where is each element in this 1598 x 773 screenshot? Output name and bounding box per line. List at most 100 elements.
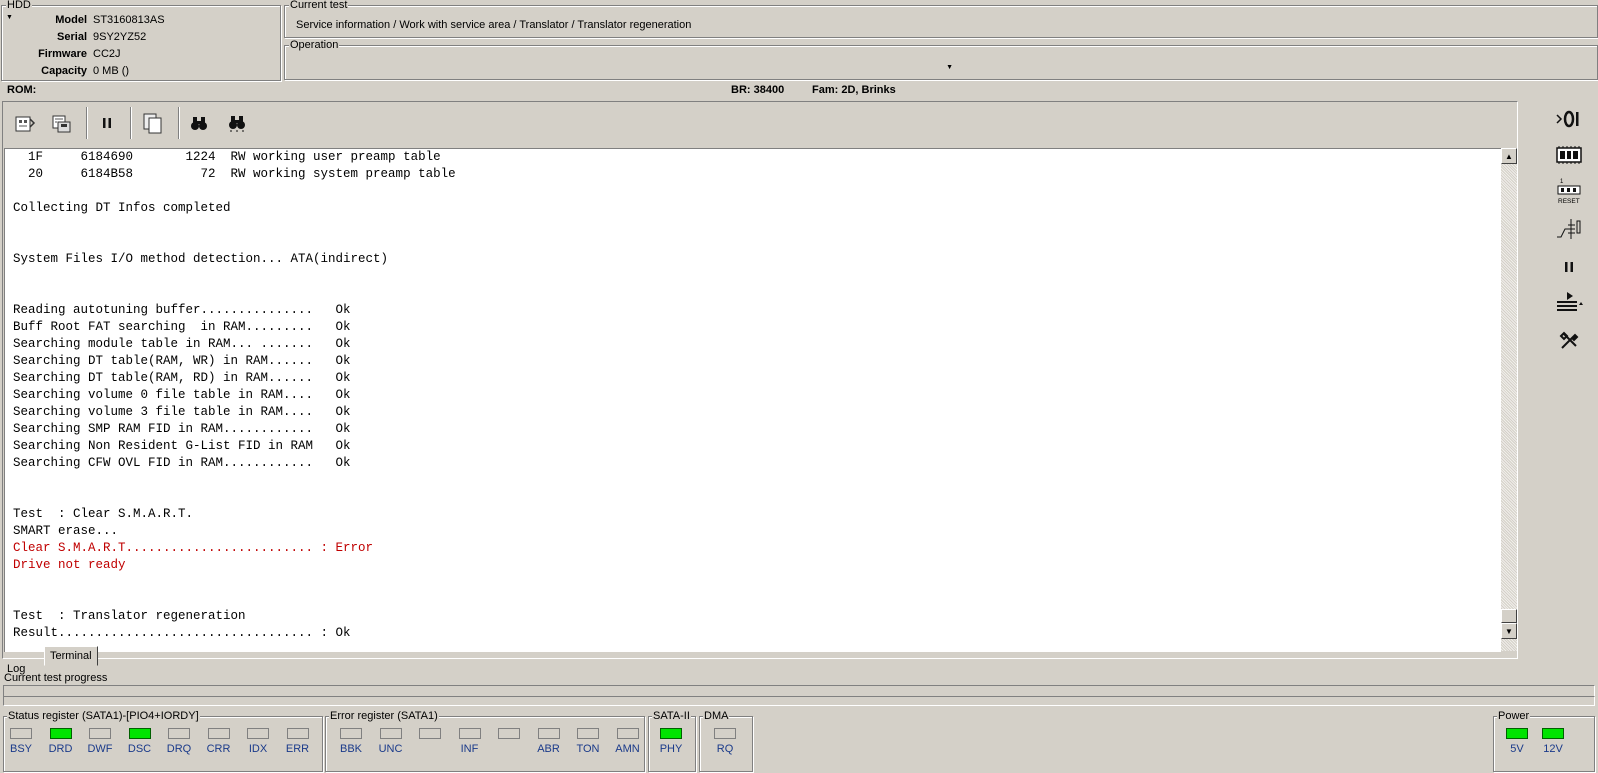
- log-scrollbar[interactable]: ▲ ▼: [1501, 148, 1517, 651]
- log-line: SMART erase...: [13, 524, 119, 538]
- log-line: Searching volume 0 file table in RAM....…: [13, 388, 351, 402]
- baud-rate: BR: 38400: [731, 84, 785, 96]
- reset-button[interactable]: 1 RESET: [1552, 176, 1586, 206]
- arrow-down-icon: ▼: [1505, 626, 1513, 636]
- sata-legend: SATA-II: [652, 710, 691, 722]
- log-line: Searching volume 3 file table in RAM....…: [13, 405, 351, 419]
- hdd-key: Serial: [57, 31, 87, 43]
- operation-select[interactable]: ▼: [287, 61, 957, 77]
- pause-icon: [103, 118, 111, 128]
- led-label: DRD: [48, 743, 73, 755]
- led-indicator: PHY: [651, 728, 691, 755]
- find-next-button[interactable]: [222, 108, 252, 138]
- led-light: [286, 728, 309, 739]
- operation-legend: Operation: [289, 39, 340, 51]
- led-light: [10, 728, 32, 739]
- led-indicator: DSC: [120, 728, 160, 755]
- pause-icon: [1565, 262, 1573, 272]
- led-label: DRQ: [166, 743, 192, 755]
- copy-button[interactable]: [138, 108, 168, 138]
- tools-icon: [1559, 331, 1579, 349]
- power-toggle-icon: [1556, 110, 1579, 128]
- toolbar-separator: [130, 107, 132, 139]
- led-light: [89, 728, 111, 739]
- hdd-value: ST3160813AS: [93, 14, 165, 26]
- led-light: [1506, 728, 1528, 739]
- led-light: [577, 728, 599, 739]
- led-indicator: DRD: [41, 728, 81, 755]
- led-label: ABR: [537, 743, 560, 755]
- led-light: [379, 728, 402, 739]
- tools-button[interactable]: [1552, 326, 1586, 356]
- led-light: [714, 728, 736, 739]
- rom-label: ROM:: [7, 84, 37, 96]
- arrow-up-icon: ▲: [1505, 151, 1513, 161]
- pause-button[interactable]: [92, 108, 122, 138]
- led-indicator: INF: [450, 728, 490, 755]
- find-icon: [191, 117, 207, 130]
- tab-terminal[interactable]: Terminal: [44, 646, 98, 666]
- scroll-up-button[interactable]: ▲: [1501, 148, 1517, 164]
- rom-read-button[interactable]: [10, 108, 40, 138]
- led-light: [340, 728, 362, 739]
- led-indicator: DWF: [80, 728, 120, 755]
- error-register-legend: Error register (SATA1): [329, 710, 439, 722]
- svg-text:RESET: RESET: [1558, 198, 1580, 205]
- info-bar: ROM: BR: 38400 Fam: 2D, Brinks: [0, 83, 1598, 99]
- log-line: Collecting DT Infos completed: [13, 201, 231, 215]
- led-indicator: [410, 728, 450, 743]
- find-button[interactable]: [184, 108, 214, 138]
- log-line: 20 6184B58 72 RW working system preamp t…: [13, 167, 456, 181]
- scroll-thumb[interactable]: [1501, 609, 1517, 623]
- rom-write-button[interactable]: [46, 108, 76, 138]
- led-light: [207, 728, 230, 739]
- rom-read-icon: [15, 116, 36, 132]
- led-light: [616, 728, 639, 739]
- rom-write-icon: [52, 115, 71, 133]
- hdd-row-capacity: Capacity 0 MB (): [2, 63, 272, 80]
- chevron-down-icon[interactable]: ▼: [946, 64, 953, 71]
- led-label: ERR: [285, 743, 310, 755]
- led-light: [419, 728, 441, 739]
- find-next-icon: [229, 116, 245, 132]
- power-legend: Power: [1497, 710, 1531, 722]
- board-button[interactable]: [1552, 140, 1586, 170]
- transfer-icon: [1557, 292, 1583, 311]
- led-light: [458, 728, 481, 739]
- led-light: [660, 728, 682, 739]
- led-indicator: [489, 728, 529, 743]
- led-indicator: ABR: [529, 728, 569, 755]
- relay-button[interactable]: [1552, 214, 1586, 244]
- log-line: Searching DT table(RAM, WR) in RAM......…: [13, 354, 351, 368]
- led-indicator: RQ: [705, 728, 745, 755]
- board-icon: [1556, 146, 1582, 164]
- log-line: Searching CFW OVL FID in RAM............…: [13, 456, 351, 470]
- led-light: [1542, 728, 1564, 739]
- led-label: PHY: [659, 743, 683, 755]
- led-indicator: AMN: [608, 728, 648, 755]
- led-label: BBK: [339, 743, 362, 755]
- led-indicator: BBK: [331, 728, 371, 755]
- led-light: [247, 728, 269, 739]
- led-label: 5V: [1510, 743, 1524, 755]
- led-label: 12V: [1543, 743, 1563, 755]
- log-line: Searching module table in RAM... .......…: [13, 337, 351, 351]
- right-pause-button[interactable]: [1552, 252, 1586, 282]
- family: Fam: 2D, Brinks: [812, 84, 896, 96]
- led-indicator: DRQ: [159, 728, 199, 755]
- hdd-value: CC2J: [93, 48, 121, 60]
- led-label: AMN: [615, 743, 640, 755]
- log-line: Test : Clear S.M.A.R.T.: [13, 507, 194, 521]
- log-output[interactable]: 1F 6184690 1224 RW working user preamp t…: [4, 148, 1501, 652]
- led-light: [498, 728, 520, 739]
- log-line: Buff Root FAT searching in RAM......... …: [13, 320, 351, 334]
- power-toggle-button[interactable]: [1552, 104, 1586, 134]
- scroll-down-button[interactable]: ▼: [1501, 623, 1517, 639]
- progress-bar-secondary: [3, 696, 1595, 706]
- log-line: Result..................................…: [13, 626, 351, 640]
- transfer-button[interactable]: [1552, 287, 1586, 317]
